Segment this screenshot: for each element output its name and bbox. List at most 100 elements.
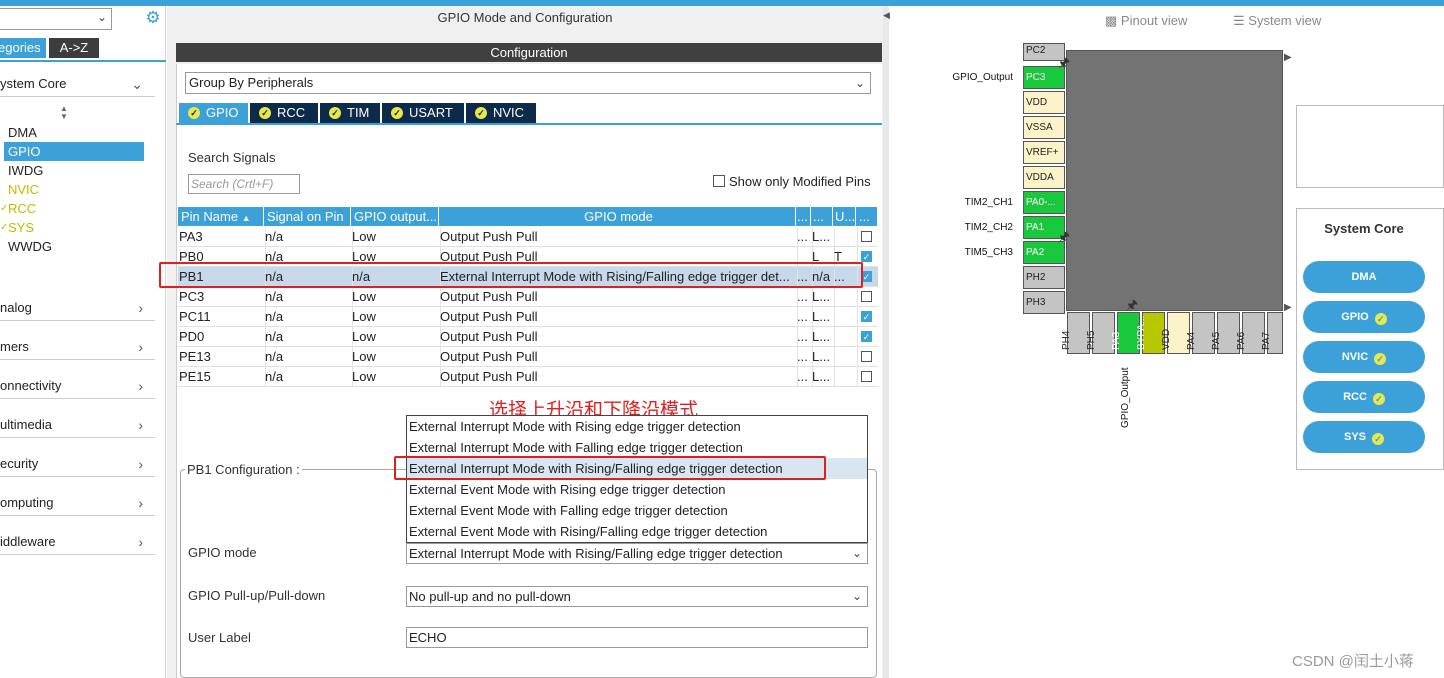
pin-vdda[interactable]: VDDA: [1023, 166, 1065, 189]
watermark-text: CSDN @闰土小蒋: [1292, 653, 1414, 670]
signal-label-pa1: TIM2_CH2: [964, 222, 1013, 233]
pinout-view-icon: ▩: [1105, 13, 1118, 28]
sub-item-iwdg[interactable]: IWDG: [4, 161, 144, 180]
signal-label-pa3: GPIO_Output: [1120, 367, 1131, 428]
tab-a-z[interactable]: A->Z: [49, 38, 99, 58]
dropdown-option[interactable]: External Interrupt Mode with Falling edg…: [407, 437, 867, 458]
core-button-rcc[interactable]: RCC ✓: [1303, 381, 1425, 413]
pin-vref[interactable]: VREF+: [1023, 141, 1065, 164]
sort-icon[interactable]: ▲ ▼: [60, 105, 68, 121]
pin-ph3[interactable]: PH3: [1023, 291, 1065, 314]
modified-checkbox[interactable]: [861, 231, 872, 242]
col-pin-name[interactable]: Pin Name ▲: [178, 207, 264, 226]
sub-item-gpio[interactable]: GPIO: [4, 142, 144, 161]
tab-usart[interactable]: ✓ USART: [382, 103, 464, 123]
pin-label: VDD: [1161, 328, 1172, 350]
group-by-select[interactable]: Group By Peripherals ⌄: [185, 72, 871, 94]
sub-item-nvic[interactable]: NVIC: [4, 180, 144, 199]
category-label: ecurity: [0, 456, 39, 471]
tab-tim[interactable]: ✓ TIM: [320, 103, 380, 123]
system-core-title: System Core: [1324, 221, 1404, 236]
category-security[interactable]: ecurity ›: [0, 451, 155, 477]
cell-signal: n/a: [264, 227, 353, 247]
pinout-view-tab[interactable]: ▩ Pinout view: [1105, 13, 1187, 29]
pull-select[interactable]: No pull-up and no pull-down ⌄: [406, 586, 868, 607]
pin-pa7[interactable]: PA7: [1261, 312, 1283, 354]
pane-splitter[interactable]: ◀: [883, 6, 890, 678]
show-modified-checkbox[interactable]: Show only Modified Pins: [713, 174, 871, 189]
system-view-tab[interactable]: ☰ System view: [1233, 13, 1321, 29]
tab-nvic[interactable]: ✓ NVIC: [466, 103, 536, 123]
button-label: SYS: [1343, 431, 1366, 443]
core-button-dma[interactable]: DMA: [1303, 261, 1425, 293]
dropdown-option[interactable]: External Event Mode with Rising/Falling …: [407, 521, 867, 542]
pb1-config-label: PB1 Configuration :: [185, 462, 302, 477]
button-label: GPIO: [1341, 311, 1369, 323]
pin-vdd[interactable]: VDD: [1023, 91, 1065, 114]
dropdown-option[interactable]: External Event Mode with Rising edge tri…: [407, 479, 867, 500]
col-extra-2[interactable]: ...: [811, 207, 833, 226]
col-gpio-mode[interactable]: GPIO mode: [439, 207, 796, 226]
search-signals-input[interactable]: Search (Crtl+F): [188, 174, 300, 194]
chevron-down-icon: ⌄: [96, 10, 107, 24]
user-label-input[interactable]: ECHO: [406, 627, 868, 648]
table-row[interactable]: PE13 n/a Low Output Push Pull ... L...: [178, 347, 878, 367]
table-row[interactable]: PC3 n/a Low Output Push Pull ... L...: [178, 287, 878, 307]
collapse-arrow-icon[interactable]: ▶: [1284, 52, 1292, 63]
left-sidebar: ⌄ ⚙ egories A->Z ystem Core ⌄ ▲ ▼ DMA GPI…: [0, 6, 166, 678]
tab-gpio[interactable]: ✓ GPIO: [179, 103, 248, 123]
modified-checkbox[interactable]: ✓: [861, 251, 872, 262]
core-button-sys[interactable]: SYS ✓: [1303, 421, 1425, 453]
pin-label: BYPA...: [1136, 315, 1147, 350]
dropdown-option[interactable]: External Interrupt Mode with Rising edge…: [407, 416, 867, 437]
category-select[interactable]: ⌄: [0, 8, 112, 30]
category-multimedia[interactable]: ultimedia ›: [0, 412, 155, 438]
cell-output: Low: [351, 367, 441, 387]
col-extra-1[interactable]: ...: [796, 207, 811, 226]
category-analog[interactable]: nalog ›: [0, 295, 155, 321]
category-computing[interactable]: omputing ›: [0, 490, 155, 516]
table-row[interactable]: PD0 n/a Low Output Push Pull ... L... ✓: [178, 327, 878, 347]
pin-ph2[interactable]: PH2: [1023, 266, 1065, 289]
sub-item-rcc[interactable]: ✓ RCC: [0, 199, 144, 218]
category-label: onnectivity: [0, 378, 62, 393]
checkbox-label: Show only Modified Pins: [729, 174, 871, 189]
pin-label: PA4: [1186, 331, 1197, 350]
modified-checkbox[interactable]: [861, 351, 872, 362]
category-system-core[interactable]: ystem Core ⌄: [0, 71, 155, 97]
col-gpio-output[interactable]: GPIO output...: [351, 207, 439, 226]
col-modified[interactable]: ...: [856, 207, 878, 226]
pin-label: PH4: [1061, 330, 1072, 350]
sub-item-wwdg[interactable]: WWDG: [4, 237, 144, 256]
check-icon: ✓: [1374, 313, 1387, 325]
cell-output: Low: [351, 287, 441, 307]
table-row[interactable]: PC11 n/a Low Output Push Pull ... L... ✓: [178, 307, 878, 327]
category-timers[interactable]: mers ›: [0, 334, 155, 360]
modified-checkbox[interactable]: ✓: [861, 311, 872, 322]
category-middleware[interactable]: iddleware ›: [0, 529, 155, 555]
tab-categories[interactable]: egories: [0, 38, 46, 58]
sub-item-sys[interactable]: ✓ SYS: [0, 218, 144, 237]
modified-checkbox[interactable]: [861, 371, 872, 382]
gpio-mode-select[interactable]: External Interrupt Mode with Rising/Fall…: [406, 543, 868, 564]
gear-icon[interactable]: ⚙: [144, 9, 162, 27]
col-signal[interactable]: Signal on Pin: [264, 207, 351, 226]
core-button-nvic[interactable]: NVIC ✓: [1303, 341, 1425, 373]
tab-rcc[interactable]: ✓ RCC: [250, 103, 318, 123]
button-label: NVIC: [1341, 351, 1369, 363]
col-user-label[interactable]: U...: [833, 207, 856, 226]
cell-output: Low: [351, 307, 441, 327]
pin-vssa[interactable]: VSSA: [1023, 116, 1065, 139]
core-button-gpio[interactable]: GPIO ✓: [1303, 301, 1425, 333]
collapse-arrow-icon[interactable]: ▶: [1284, 302, 1292, 313]
dropdown-option[interactable]: External Event Mode with Falling edge tr…: [407, 500, 867, 521]
pin-pa0[interactable]: PA0-...: [1023, 191, 1065, 214]
category-connectivity[interactable]: onnectivity ›: [0, 373, 155, 399]
mcu-chip-body: [1066, 50, 1283, 311]
table-row[interactable]: PA3 n/a Low Output Push Pull ... L...: [178, 227, 878, 247]
sub-item-dma[interactable]: DMA: [4, 123, 144, 142]
modified-checkbox[interactable]: [861, 291, 872, 302]
modified-checkbox[interactable]: ✓: [861, 331, 872, 342]
signal-label-pc3: GPIO_Output: [952, 72, 1013, 83]
table-row[interactable]: PE15 n/a Low Output Push Pull ... L...: [178, 367, 878, 387]
